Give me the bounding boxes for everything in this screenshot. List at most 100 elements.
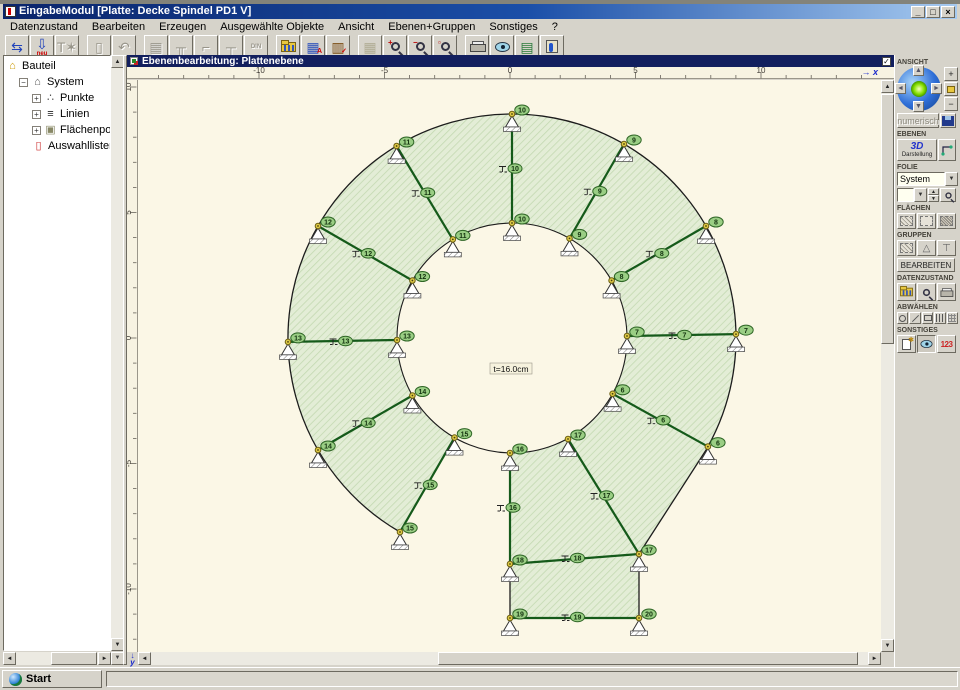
view-center-button[interactable] — [911, 81, 927, 97]
tree-item-linien[interactable]: +≡Linien — [6, 106, 110, 122]
svg-text:10: 10 — [757, 67, 766, 75]
pan-down-button[interactable]: ▼ — [913, 101, 924, 112]
zoom-in-panel-button[interactable]: + — [944, 67, 958, 81]
abwaehlen-punkte-button[interactable] — [897, 312, 908, 324]
sonstiges-nummern-button[interactable]: 123 — [937, 335, 956, 353]
menu-item-7[interactable]: ? — [545, 20, 565, 34]
plane-visible-checkbox[interactable]: ✓ — [882, 57, 891, 66]
svg-text:8: 8 — [714, 220, 718, 227]
folie-value[interactable]: System — [897, 172, 945, 186]
expand-icon[interactable]: + — [32, 110, 41, 119]
taskbar-tray — [106, 671, 958, 687]
gruppen-traeger-button[interactable]: ⊤ — [937, 240, 956, 256]
abwaehlen-linien-button[interactable] — [909, 312, 920, 324]
svg-text:6: 6 — [716, 440, 720, 447]
zoom-mode-button[interactable] — [944, 82, 958, 96]
profil-icon: ⌐ — [202, 40, 210, 54]
pan-up-button[interactable]: ▲ — [913, 65, 924, 76]
canvas-scroll-left[interactable]: ◄ — [138, 652, 151, 665]
canvas-scroll-up[interactable]: ▲ — [881, 80, 894, 93]
folie-spin-down[interactable]: ▼ — [928, 195, 939, 202]
canvas-vscroll-thumb[interactable] — [881, 94, 894, 344]
canvas-hscrollbar[interactable]: ◄ ► — [138, 652, 881, 665]
close-button[interactable]: × — [941, 6, 955, 18]
pan-left-button[interactable]: ◄ — [895, 83, 906, 94]
folie-search-button[interactable] — [940, 188, 956, 202]
sonstiges-ansicht-button[interactable] — [917, 335, 936, 353]
svg-text:t=16.0cm: t=16.0cm — [493, 364, 528, 374]
flaechen-dense-button[interactable] — [937, 213, 956, 229]
tree-item-system[interactable]: −⌂System — [6, 74, 110, 90]
tree-scroll-right[interactable]: ► — [98, 652, 111, 665]
svg-text:14: 14 — [419, 389, 427, 396]
menu-item-5[interactable]: Ebenen+Gruppen — [381, 20, 482, 34]
tree-hscrollbar[interactable]: ◄ ► — [3, 652, 111, 665]
numbers-icon: 123 — [941, 340, 953, 349]
gruppen-flaeche-button[interactable] — [897, 240, 916, 256]
canvas-scroll-down[interactable]: ▼ — [881, 639, 894, 652]
canvas-hscroll-thumb[interactable] — [438, 652, 858, 665]
disk-icon — [942, 116, 954, 126]
expand-icon[interactable]: + — [32, 94, 41, 103]
tree-scroll-left[interactable]: ◄ — [3, 652, 16, 665]
numerisch-button[interactable]: numerisch — [897, 113, 939, 128]
canvas-scroll-right[interactable]: ► — [868, 652, 881, 665]
ebenen-graph-button[interactable] — [938, 139, 956, 161]
flaechen-outline-button[interactable] — [917, 213, 936, 229]
svg-text:6: 6 — [661, 418, 665, 425]
view-navigation-control[interactable]: ▲ ◄ ► ▼ — [897, 67, 941, 111]
tree-label: Auswahllisten — [48, 140, 111, 152]
menu-item-3[interactable]: Ausgewählte Objekte — [213, 20, 331, 34]
expand-icon[interactable]: + — [32, 126, 41, 135]
sonstiges-neue-position-button[interactable]: ✱ — [897, 335, 916, 353]
x-axis-label: x — [873, 67, 878, 77]
node[interactable]: 19 — [502, 609, 528, 636]
flaechen-hatch-button[interactable] — [897, 213, 916, 229]
pan-right-button[interactable]: ► — [931, 83, 942, 94]
datenzustand-speichern-button[interactable] — [897, 283, 916, 301]
svg-text:19: 19 — [574, 615, 582, 622]
folie-sub-combobox[interactable]: ▼ — [897, 188, 927, 202]
start-button[interactable]: Start — [2, 670, 102, 688]
folie-spin-up[interactable]: ▲ — [928, 188, 939, 195]
drawing-area[interactable]: 6789101112131415161718196677889910101111… — [138, 80, 881, 652]
tree-item-punkte[interactable]: +∴Punkte — [6, 90, 110, 106]
svg-text:7: 7 — [683, 333, 687, 340]
folie-sub-dropdown-icon[interactable]: ▼ — [914, 188, 927, 202]
tree-item-bauteil[interactable]: ⌂Bauteil — [6, 58, 110, 74]
eye-icon — [495, 42, 510, 52]
folie-dropdown-icon[interactable]: ▼ — [945, 172, 958, 186]
svg-text:11: 11 — [403, 140, 411, 147]
tree-scroll-thumb[interactable] — [51, 652, 97, 665]
section-abwaehlen: ABWÄHLEN — [897, 304, 958, 311]
darstellung-3d-button[interactable]: 3D Darstellung — [897, 139, 937, 161]
menu-item-4[interactable]: Ansicht — [331, 20, 381, 34]
menu-item-6[interactable]: Sonstiges — [482, 20, 544, 34]
svg-text:9: 9 — [598, 189, 602, 196]
bearbeiten-button[interactable]: BEARBEITEN — [897, 258, 955, 272]
canvas-vscrollbar[interactable]: ▲ ▼ — [881, 80, 894, 652]
folie-combobox[interactable]: System ▼ — [897, 172, 958, 186]
section-gruppen: GRUPPEN — [897, 232, 958, 239]
datenzustand-pruefen-button[interactable] — [917, 283, 936, 301]
positionsbuch-overlay: ✓ — [341, 48, 347, 55]
menu-item-1[interactable]: Bearbeiten — [85, 20, 152, 34]
gruppen-lager-button[interactable]: △ — [917, 240, 936, 256]
zoom-out-panel-button[interactable]: − — [944, 97, 958, 111]
rueckgaengig-icon: ↶ — [118, 40, 130, 54]
collapse-icon[interactable]: − — [19, 78, 28, 87]
datenzustand-stempel-button[interactable] — [937, 283, 956, 301]
abwaehlen-bars-button[interactable] — [934, 312, 945, 324]
menu-item-0[interactable]: Datenzustand — [3, 20, 85, 34]
minimize-button[interactable]: _ — [911, 6, 925, 18]
plate-drawing[interactable]: 6789101112131415161718196677889910101111… — [138, 80, 881, 652]
save-view-button[interactable] — [940, 113, 956, 128]
tree-item-flächenpositionen[interactable]: +▣Flächenpositionen — [6, 122, 110, 138]
group-hatch-icon — [900, 243, 913, 253]
tree-item-auswahllisten[interactable]: ▯Auswahllisten — [6, 138, 110, 154]
abwaehlen-flaechen-button[interactable] — [922, 312, 933, 324]
menu-item-2[interactable]: Erzeugen — [152, 20, 213, 34]
maximize-button[interactable]: □ — [926, 6, 940, 18]
abwaehlen-raster-button[interactable] — [947, 312, 958, 324]
folie-sub-value[interactable] — [897, 188, 914, 202]
